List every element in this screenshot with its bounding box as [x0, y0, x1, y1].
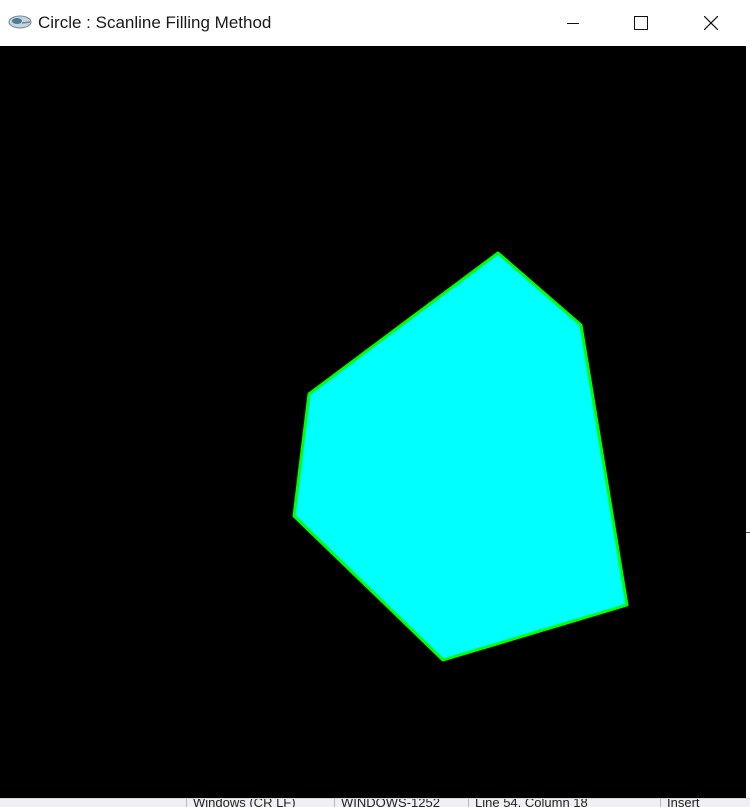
background-edge: [746, 0, 750, 806]
close-button[interactable]: [676, 0, 746, 46]
canvas-drawing: [292, 251, 629, 662]
filled-polygon: [292, 251, 629, 662]
window-title: Circle : Scanline Filling Method: [38, 13, 272, 32]
render-canvas[interactable]: [0, 46, 746, 798]
edge-mark: [746, 532, 750, 533]
minimize-icon: [567, 23, 579, 24]
maximize-button[interactable]: [606, 0, 676, 46]
close-icon: [704, 16, 718, 30]
minimize-button[interactable]: [538, 0, 608, 46]
app-icon: [8, 15, 32, 29]
app-window: Circle : Scanline Filling Method: [0, 0, 747, 806]
maximize-icon: [634, 16, 648, 30]
title-bar[interactable]: Circle : Scanline Filling Method: [0, 0, 746, 46]
